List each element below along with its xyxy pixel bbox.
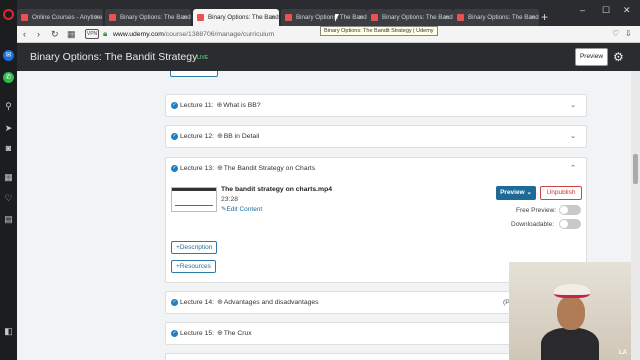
forward-icon[interactable]: › — [37, 28, 40, 40]
minimize-icon[interactable]: – — [580, 5, 585, 15]
maximize-icon[interactable]: ☐ — [602, 5, 610, 16]
course-preview-button[interactable]: Preview — [575, 48, 608, 66]
free-preview-label: Free Preview: — [516, 207, 557, 214]
close-window-icon[interactable]: ✕ — [623, 5, 631, 16]
close-tab-icon[interactable]: × — [270, 9, 275, 26]
heart-icon[interactable]: ♡ — [3, 193, 14, 204]
chevron-down-icon[interactable]: ⌄ — [570, 95, 576, 117]
send-icon[interactable]: ➤ — [3, 123, 14, 134]
scrollbar-thumb[interactable] — [633, 154, 638, 184]
opera-logo-icon[interactable] — [3, 9, 14, 20]
speed-dial-grid-icon[interactable]: ▦ — [67, 28, 76, 40]
resources-button[interactable]: +Resources — [171, 260, 216, 273]
udemy-favicon-icon — [197, 14, 204, 21]
udemy-favicon-icon — [21, 14, 28, 21]
opera-sidebar: ✉ ✆ ⚲ ➤ ◙ ▦ ♡ ▤ ◧ — [0, 0, 17, 360]
chevron-down-icon[interactable]: ⌄ — [570, 126, 576, 148]
back-icon[interactable]: ‹ — [23, 28, 26, 40]
lecture-row[interactable]: ✓ Lecture 12: ⊕BB in Detail ⌄ — [165, 125, 587, 148]
preview-dropdown-button[interactable]: Preview ⌄ — [496, 186, 536, 200]
check-icon: ✓ — [171, 298, 178, 306]
sidebar-toggle-icon[interactable]: ◧ — [3, 326, 14, 337]
lecture-row[interactable]: ✓ Lecture 11: ⊕What is BB? ⌄ — [165, 94, 587, 117]
browser-tab[interactable]: Binary Options: The Band × — [281, 9, 367, 26]
browser-tab-active[interactable]: Binary Options: The Band × — [193, 9, 279, 26]
check-icon: ✓ — [171, 164, 178, 172]
chevron-up-icon[interactable]: ⌃ — [570, 158, 576, 180]
search-icon[interactable]: ⚲ — [3, 101, 14, 112]
globe-icon: ⊕ — [217, 133, 223, 140]
udemy-favicon-icon — [285, 14, 292, 21]
globe-icon: ⊕ — [216, 102, 223, 109]
reload-icon[interactable]: ↻ — [51, 28, 59, 40]
lock-icon: 🔒︎ — [103, 29, 108, 38]
camera-icon[interactable]: ◙ — [3, 143, 14, 154]
live-badge: LIVE — [197, 55, 209, 61]
new-tab-icon[interactable]: + — [541, 9, 548, 26]
downloadable-label: Downloadable: — [511, 221, 555, 228]
globe-icon: ⊕ — [217, 299, 223, 306]
vpn-badge[interactable]: VPN — [85, 29, 99, 39]
video-file-name: The bandit strategy on charts.mp4 — [221, 186, 333, 193]
close-tab-icon[interactable]: × — [358, 9, 363, 26]
tab-bar: Online Courses - Anytime × Binary Options… — [17, 0, 640, 26]
browser-tab[interactable]: Binary Options: The Band × — [105, 9, 191, 26]
speed-dial-icon[interactable]: ▦ — [3, 172, 14, 183]
mouse-cursor-icon — [335, 14, 339, 22]
webcam-overlay: LA — [509, 262, 631, 360]
check-icon: ✓ — [171, 329, 178, 337]
video-thumbnail[interactable] — [171, 187, 217, 212]
browser-tab[interactable]: Online Courses - Anytime × — [17, 9, 103, 26]
close-tab-icon[interactable]: × — [94, 9, 99, 26]
description-button[interactable]: +Description — [171, 241, 218, 254]
url-field[interactable]: www.udemy.com/course/1388706/manage/curr… — [113, 26, 274, 43]
presenter-image — [539, 280, 601, 360]
close-tab-icon[interactable]: × — [530, 9, 535, 26]
news-icon[interactable]: ▤ — [3, 214, 14, 225]
course-title: Binary Options: The Bandit Strategy — [30, 51, 198, 63]
whatsapp-icon[interactable]: ✆ — [3, 72, 14, 83]
free-preview-toggle[interactable] — [559, 205, 581, 215]
close-tab-icon[interactable]: × — [444, 9, 449, 26]
scrollbar[interactable] — [631, 71, 640, 360]
caret-down-icon: ⌄ — [526, 189, 532, 196]
download-icon[interactable]: ⇩ — [625, 28, 632, 40]
check-icon: ✓ — [171, 132, 178, 140]
course-header: Binary Options: The Bandit Strategy LIVE… — [17, 43, 640, 71]
udemy-favicon-icon — [109, 14, 116, 21]
messenger-icon[interactable]: ✉ — [3, 50, 14, 61]
tab-tooltip: Binary Options: The Bandit Strategy | Ud… — [320, 26, 438, 36]
check-icon: ✓ — [171, 101, 178, 109]
close-tab-icon[interactable]: × — [182, 9, 187, 26]
globe-icon: ⊕ — [217, 165, 223, 172]
watermark-logo: LA — [619, 350, 627, 356]
browser-tab[interactable]: Binary Options: The Band × — [453, 9, 539, 26]
globe-icon: ⊕ — [217, 330, 223, 337]
udemy-favicon-icon — [457, 14, 464, 21]
video-duration: 23:28 — [221, 196, 239, 203]
browser-tab[interactable]: Binary Options: The Band × — [367, 9, 453, 26]
downloadable-toggle[interactable] — [559, 219, 581, 229]
edit-content-link[interactable]: ✎Edit Content — [221, 205, 262, 213]
gear-icon[interactable]: ⚙ — [613, 47, 624, 67]
partial-button[interactable] — [170, 71, 218, 77]
heart-icon[interactable]: ♡ — [612, 28, 619, 40]
unpublish-button[interactable]: Unpublish — [540, 186, 582, 200]
udemy-favicon-icon — [371, 14, 378, 21]
